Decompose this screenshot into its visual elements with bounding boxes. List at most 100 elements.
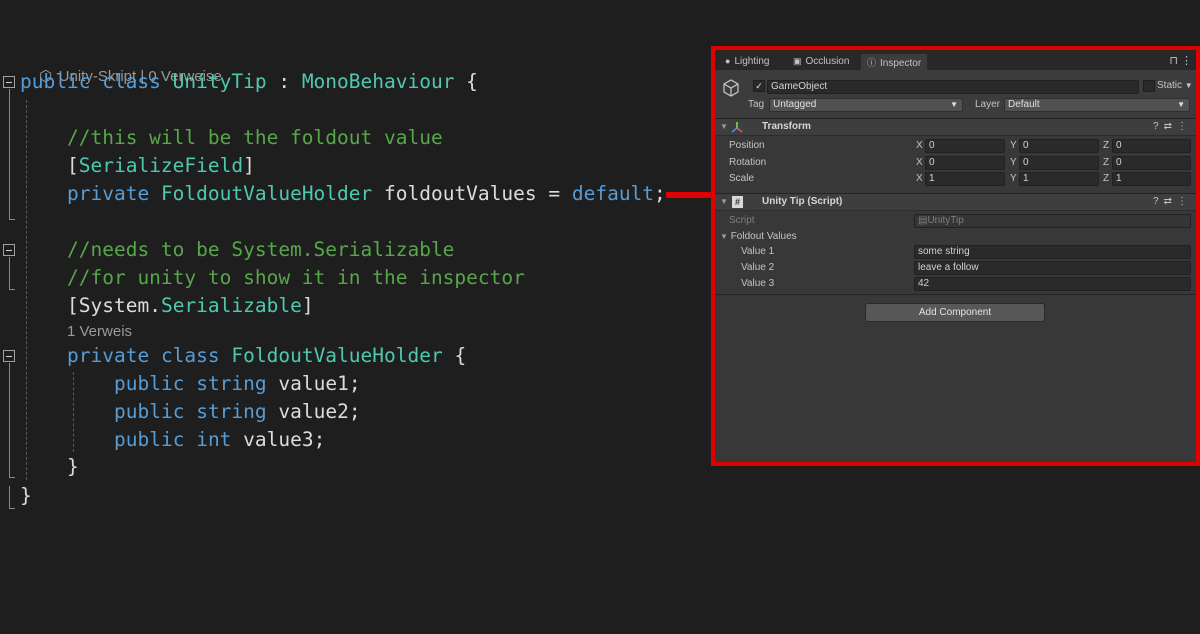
static-label: Static ▼ bbox=[1157, 80, 1193, 91]
chevron-down-icon: ▼ bbox=[950, 100, 958, 109]
rotation-y-field[interactable]: 0 bbox=[1019, 156, 1099, 170]
script-label: Script bbox=[729, 215, 755, 226]
code-editor[interactable]: ⬡ Unity-Skript | 0 Verweise public class … bbox=[0, 0, 700, 634]
code-line-1: public class UnityTip : MonoBehaviour { bbox=[20, 70, 478, 93]
divider bbox=[715, 294, 1196, 295]
axis-label[interactable]: Y bbox=[1010, 139, 1017, 153]
code-line-comment-3: //for unity to show it in the inspector bbox=[67, 266, 525, 289]
value1-field[interactable]: some string bbox=[914, 245, 1191, 259]
window-controls: ⊓ ⋮ bbox=[1169, 54, 1192, 67]
indent-guide bbox=[73, 372, 74, 452]
gameobject-header: ✓ GameObject Static ▼ Tag Untagged ▼ Laye… bbox=[715, 70, 1196, 118]
code-line-attribute: [SerializeField] bbox=[67, 154, 255, 177]
preset-icon[interactable]: ⇄ bbox=[1164, 121, 1177, 132]
rotation-label: Rotation bbox=[729, 157, 767, 168]
tag-label: Tag bbox=[748, 99, 765, 110]
value3-label: Value 3 bbox=[741, 278, 775, 289]
code-line-field: private FoldoutValueHolder foldoutValues… bbox=[67, 182, 666, 205]
occlusion-icon: ▣ bbox=[793, 56, 802, 66]
scale-y-field[interactable]: 1 bbox=[1019, 172, 1099, 186]
code-line-comment-1: //this will be the foldout value bbox=[67, 126, 443, 149]
unity-inspector-window: ● Lighting ▣ Occlusion ⓘ Inspector ⊓ ⋮ ✓ Ga… bbox=[711, 46, 1200, 466]
code-line-value3: public int value3; bbox=[114, 428, 326, 451]
scale-x-field[interactable]: 1 bbox=[925, 172, 1005, 186]
axis-label[interactable]: Y bbox=[1010, 156, 1017, 170]
outline-guide bbox=[9, 257, 10, 289]
value1-label: Value 1 bbox=[741, 246, 775, 257]
foldout-arrow-icon: ▼ bbox=[720, 232, 728, 241]
help-icon[interactable]: ? bbox=[1153, 121, 1164, 132]
more-menu-icon[interactable]: ⋮ bbox=[1177, 121, 1192, 132]
component-controls: ?⇄⋮ bbox=[1153, 196, 1192, 207]
outline-guide bbox=[9, 289, 15, 290]
script-component-header[interactable]: ▼ # Unity Tip (Script) ?⇄⋮ bbox=[715, 193, 1196, 211]
tab-inspector[interactable]: ⓘ Inspector bbox=[861, 54, 928, 70]
scale-z-field[interactable]: 1 bbox=[1112, 172, 1191, 186]
fold-toggle-comment[interactable] bbox=[3, 244, 15, 256]
outline-guide bbox=[9, 363, 10, 477]
position-x-field[interactable]: 0 bbox=[925, 139, 1005, 153]
layer-dropdown[interactable]: Default ▼ bbox=[1004, 98, 1190, 112]
code-line-value1: public string value1; bbox=[114, 372, 361, 395]
axis-label[interactable]: X bbox=[916, 172, 923, 186]
transform-axes-icon bbox=[731, 122, 743, 133]
outline-guide bbox=[9, 219, 15, 220]
value2-label: Value 2 bbox=[741, 262, 775, 273]
code-line-close-class: } bbox=[20, 484, 32, 507]
code-line-close-inner: } bbox=[67, 455, 79, 478]
gameobject-name-field[interactable]: GameObject bbox=[767, 80, 1139, 94]
code-line-attribute-2: [System.Serializable] bbox=[67, 294, 314, 317]
highlight-connector bbox=[666, 192, 712, 198]
tab-bar: ● Lighting ▣ Occlusion ⓘ Inspector ⊓ ⋮ bbox=[715, 50, 1196, 70]
chevron-down-icon: ▼ bbox=[1177, 100, 1185, 109]
layer-label: Layer bbox=[975, 99, 1001, 110]
scale-label: Scale bbox=[729, 173, 755, 184]
value2-field[interactable]: leave a follow bbox=[914, 261, 1191, 275]
expand-arrow-icon[interactable]: ▼ bbox=[720, 122, 728, 131]
expand-arrow-icon[interactable]: ▼ bbox=[720, 197, 728, 206]
tab-lighting[interactable]: ● Lighting bbox=[719, 54, 775, 70]
rotation-x-field[interactable]: 0 bbox=[925, 156, 1005, 170]
more-menu-icon[interactable]: ⋮ bbox=[1181, 55, 1192, 67]
rotation-z-field[interactable]: 0 bbox=[1112, 156, 1191, 170]
code-line-value2: public string value2; bbox=[114, 400, 361, 423]
help-icon[interactable]: ? bbox=[1153, 196, 1164, 207]
axis-label[interactable]: X bbox=[916, 139, 923, 153]
value3-field[interactable]: 42 bbox=[914, 277, 1191, 291]
transform-header[interactable]: ▼ Transform ?⇄⋮ bbox=[715, 118, 1196, 136]
active-checkbox[interactable]: ✓ bbox=[753, 80, 765, 92]
fold-toggle-inner-class[interactable] bbox=[3, 350, 15, 362]
position-label: Position bbox=[729, 140, 765, 151]
position-y-field[interactable]: 0 bbox=[1019, 139, 1099, 153]
static-dropdown-icon[interactable]: ▼ bbox=[1185, 81, 1193, 90]
component-controls: ?⇄⋮ bbox=[1153, 121, 1192, 132]
position-z-field[interactable]: 0 bbox=[1112, 139, 1191, 153]
tab-occlusion[interactable]: ▣ Occlusion bbox=[787, 54, 855, 70]
outline-guide bbox=[9, 477, 15, 478]
code-line-comment-2: //needs to be System.Serializable bbox=[67, 238, 455, 261]
axis-label[interactable]: Z bbox=[1103, 139, 1109, 153]
axis-label[interactable]: Y bbox=[1010, 172, 1017, 186]
indent-guide bbox=[26, 100, 27, 480]
axis-label[interactable]: Z bbox=[1103, 172, 1109, 186]
foldout-values-toggle[interactable]: ▼ Foldout Values bbox=[720, 230, 797, 244]
preset-icon[interactable]: ⇄ bbox=[1164, 196, 1177, 207]
outline-guide bbox=[9, 508, 15, 509]
outline-guide bbox=[9, 89, 10, 219]
add-component-button[interactable]: Add Component bbox=[865, 303, 1045, 322]
csharp-script-icon: # bbox=[732, 196, 743, 208]
bulb-icon: ● bbox=[725, 56, 731, 66]
code-lens-references[interactable]: 1 Verweis bbox=[67, 323, 132, 340]
axis-label[interactable]: Z bbox=[1103, 156, 1109, 170]
tag-dropdown[interactable]: Untagged ▼ bbox=[769, 98, 963, 112]
lock-icon[interactable]: ⊓ bbox=[1169, 55, 1178, 67]
script-reference-field: ▤UnityTip bbox=[914, 214, 1191, 228]
fold-toggle-class[interactable] bbox=[3, 76, 15, 88]
more-menu-icon[interactable]: ⋮ bbox=[1177, 196, 1192, 207]
static-checkbox[interactable] bbox=[1143, 80, 1155, 92]
gameobject-cube-icon[interactable] bbox=[721, 78, 741, 98]
outline-guide bbox=[9, 486, 10, 508]
info-icon: ⓘ bbox=[867, 58, 877, 68]
axis-label[interactable]: X bbox=[916, 156, 923, 170]
code-line-inner-class: private class FoldoutValueHolder { bbox=[67, 344, 467, 367]
